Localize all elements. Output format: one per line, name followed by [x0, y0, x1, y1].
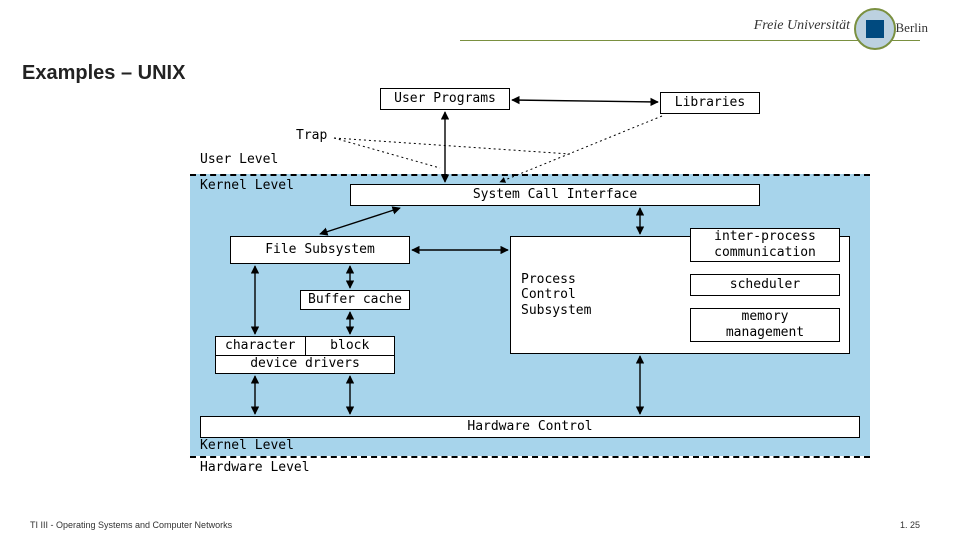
box-device-drivers: character block device drivers — [215, 336, 395, 374]
header-divider — [460, 40, 920, 41]
label-kernel-level-bot: Kernel Level — [200, 438, 294, 453]
box-file-subsystem: File Subsystem — [230, 236, 410, 264]
box-memory-mgmt: memory management — [690, 308, 840, 342]
label-user-level: User Level — [200, 152, 278, 167]
box-scheduler: scheduler — [690, 274, 840, 296]
box-char-driver: character — [216, 337, 306, 355]
box-libraries: Libraries — [660, 92, 760, 114]
box-block-driver: block — [306, 337, 395, 355]
label-trap: Trap — [296, 128, 327, 143]
divider-kernel-hardware — [190, 456, 870, 458]
label-hardware-level: Hardware Level — [200, 460, 310, 475]
box-user-programs: User Programs — [380, 88, 510, 110]
box-buffer-cache: Buffer cache — [300, 290, 410, 310]
university-name: Freie Universität — [754, 18, 850, 34]
university-seal-icon — [854, 8, 896, 50]
page-title: Examples – UNIX — [22, 62, 185, 85]
box-syscall-interface: System Call Interface — [350, 184, 760, 206]
label-device-drivers: device drivers — [216, 355, 394, 374]
footer-left: TI III - Operating Systems and Computer … — [30, 520, 232, 530]
divider-user-kernel — [190, 174, 870, 176]
university-label: Freie Universität — [754, 18, 850, 33]
box-hardware-control: Hardware Control — [200, 416, 860, 438]
box-ipc: inter-process communication — [690, 228, 840, 262]
footer-right: 1. 25 — [900, 520, 920, 530]
unix-diagram: User Level Kernel Level Kernel Level Har… — [200, 88, 880, 498]
label-kernel-level-top: Kernel Level — [200, 178, 294, 193]
city-label: Berlin — [896, 20, 929, 36]
